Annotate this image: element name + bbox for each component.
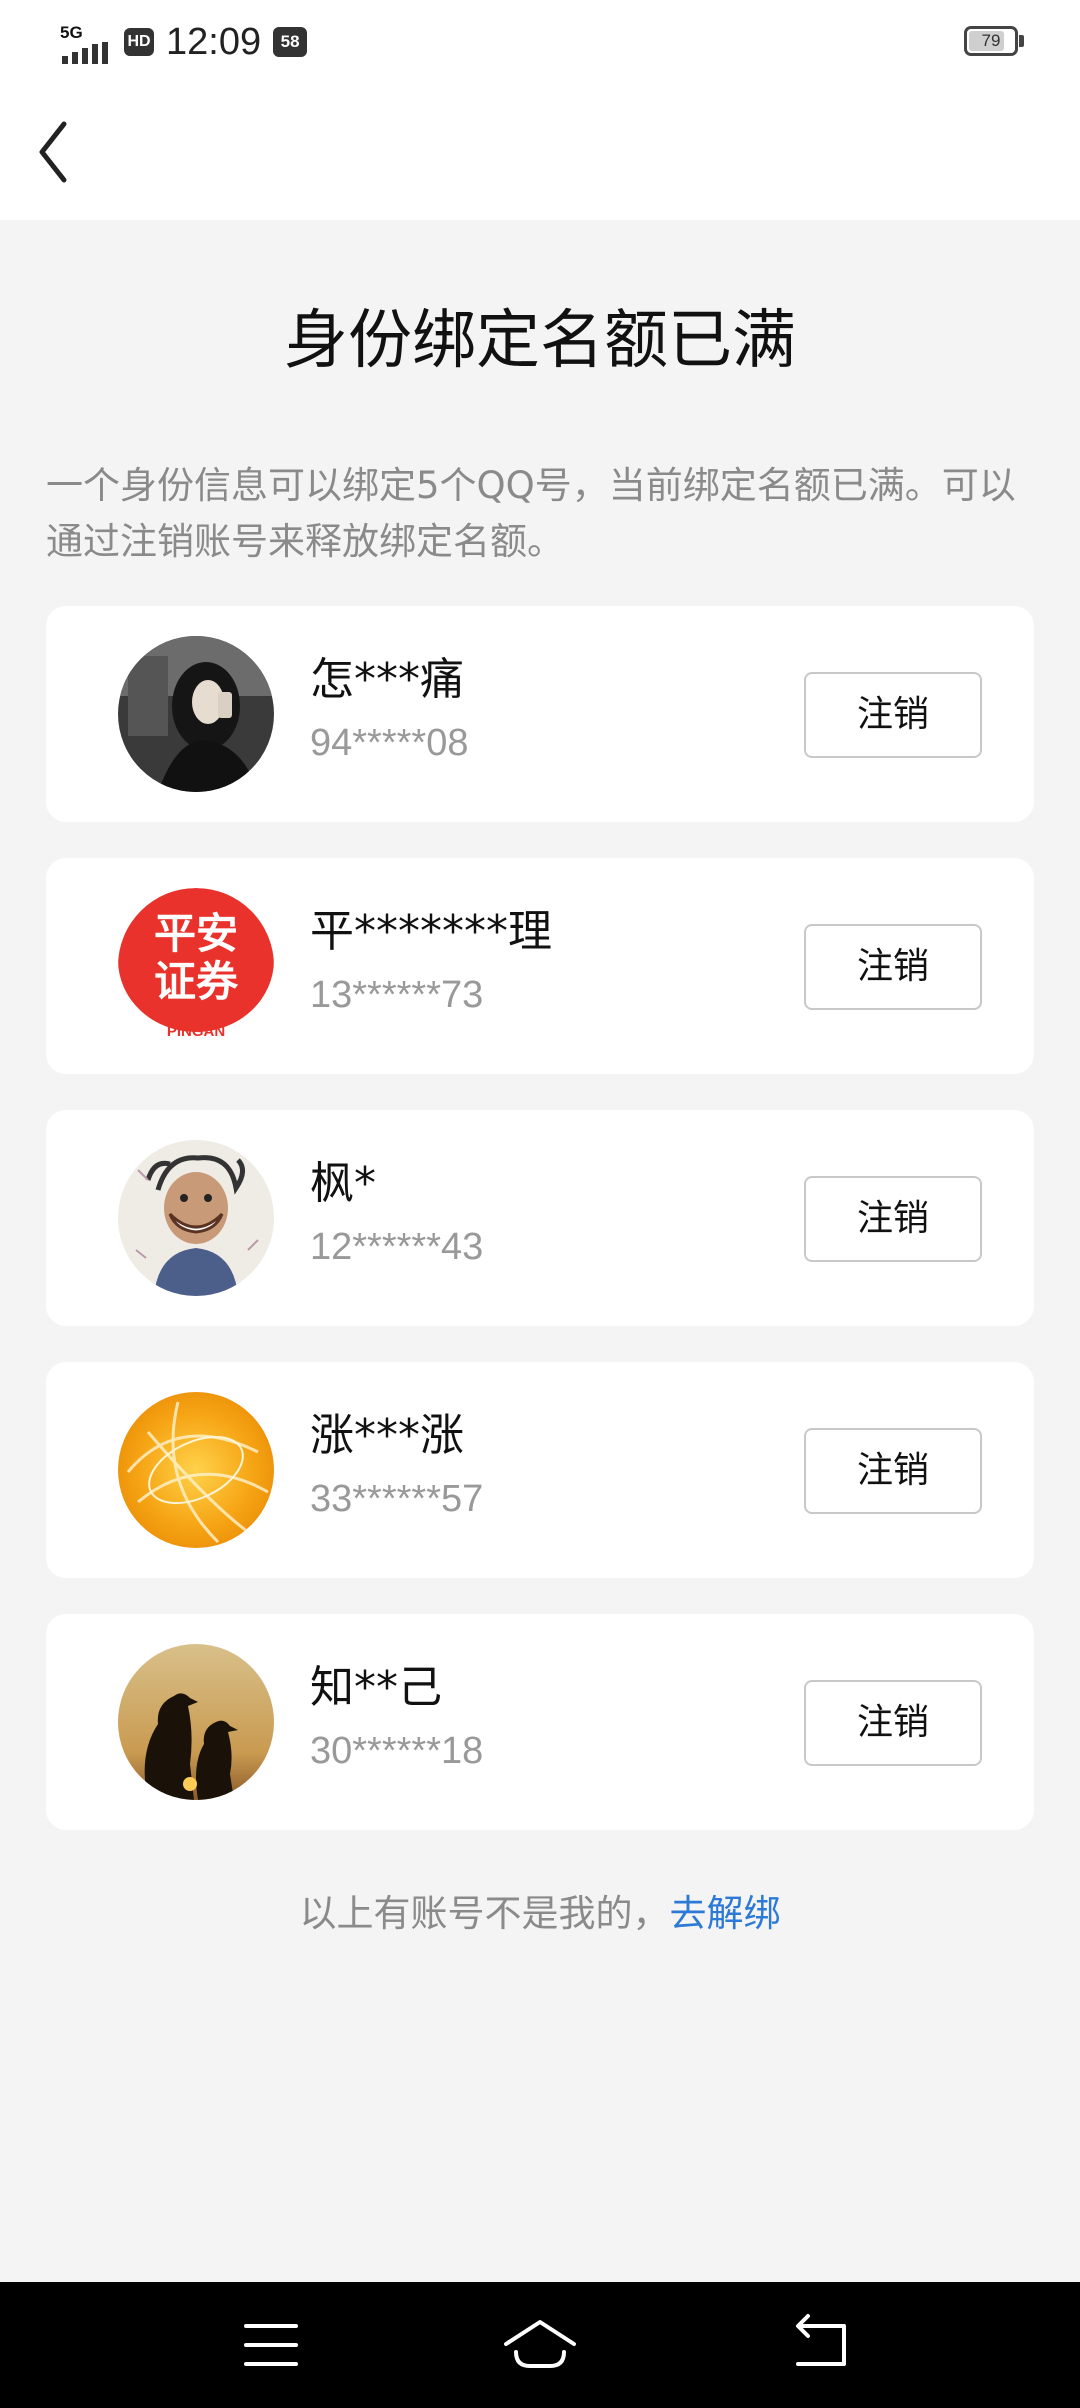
footer-text: 以上有账号不是我的， — [299, 1892, 670, 1935]
account-number: 12******43 — [310, 1226, 484, 1268]
battery-level: 79 — [981, 31, 1001, 50]
avatar — [118, 1644, 274, 1800]
back-button[interactable] — [30, 112, 110, 192]
menu-icon — [244, 2324, 298, 2366]
avatar — [118, 1392, 274, 1548]
status-time: 12:09 — [166, 21, 262, 63]
account-number: 13******73 — [310, 974, 484, 1016]
unbind-link[interactable]: 去解绑 — [670, 1892, 781, 1935]
avatar — [118, 1140, 274, 1296]
signal-indicator: 5G — [60, 20, 112, 64]
avatar-image — [118, 636, 274, 792]
account-name: 平*******理 — [310, 906, 552, 957]
account-card: 枫* 12******43 注销 — [46, 1110, 1034, 1326]
cancel-account-button[interactable]: 注销 — [804, 924, 982, 1010]
account-number: 30******18 — [310, 1730, 484, 1772]
avatar-image — [118, 1644, 274, 1800]
menu-button[interactable] — [220, 2312, 320, 2378]
account-card: 涨***涨 33******57 注销 — [46, 1362, 1034, 1578]
battery-tip — [1019, 35, 1024, 47]
avatar-image — [118, 1392, 274, 1548]
avatar-image — [118, 1140, 274, 1296]
back-arrow-icon — [796, 2314, 846, 2366]
account-name: 枫* — [310, 1158, 376, 1209]
cancel-account-button[interactable]: 注销 — [804, 1176, 982, 1262]
battery-icon: 79 — [964, 26, 1018, 56]
status-bar: 5G HD 12:09 58 79 — [0, 0, 1080, 82]
system-nav-bar — [0, 2282, 1080, 2408]
account-card: 知**己 30******18 注销 — [46, 1614, 1034, 1830]
avatar — [118, 636, 274, 792]
page-title: 身份绑定名额已满 — [284, 304, 796, 378]
cancel-account-button[interactable]: 注销 — [804, 1428, 982, 1514]
footer-note: 以上有账号不是我的，去解绑 — [0, 1884, 1080, 1944]
cancel-account-button[interactable]: 注销 — [804, 1680, 982, 1766]
notification-badge: 58 — [273, 27, 308, 57]
account-name: 知**己 — [310, 1662, 442, 1713]
account-number: 94*****08 — [310, 722, 469, 764]
back-nav-button[interactable] — [770, 2312, 870, 2378]
hd-icon: HD — [124, 28, 154, 56]
account-name: 怎***痛 — [310, 654, 464, 705]
svg-text:PINGAN: PINGAN — [167, 1023, 225, 1040]
svg-text:平安: 平安 — [154, 909, 238, 958]
status-left: 5G HD 12:09 58 — [60, 14, 308, 70]
account-card: 平安 证券 PINGAN 平*******理 13******73 注销 — [46, 858, 1034, 1074]
account-number: 33******57 — [310, 1478, 484, 1520]
page-description: 一个身份信息可以绑定5个QQ号，当前绑定名额已满。可以通过注销账号来释放绑定名额… — [46, 464, 1016, 563]
svg-text:证券: 证券 — [154, 957, 239, 1006]
home-icon — [504, 2320, 576, 2368]
home-button[interactable] — [490, 2312, 590, 2378]
account-card: 怎***痛 94*****08 注销 — [46, 606, 1034, 822]
account-name: 涨***涨 — [310, 1410, 464, 1461]
avatar: 平安 证券 PINGAN — [118, 888, 274, 1044]
pingan-logo-avatar: 平安 证券 PINGAN — [118, 888, 274, 1044]
nav-bar — [0, 82, 1080, 220]
cancel-account-button[interactable]: 注销 — [804, 672, 982, 758]
network-type: 5G — [60, 23, 83, 42]
chevron-left-icon — [39, 121, 67, 183]
signal-icon — [62, 42, 108, 64]
